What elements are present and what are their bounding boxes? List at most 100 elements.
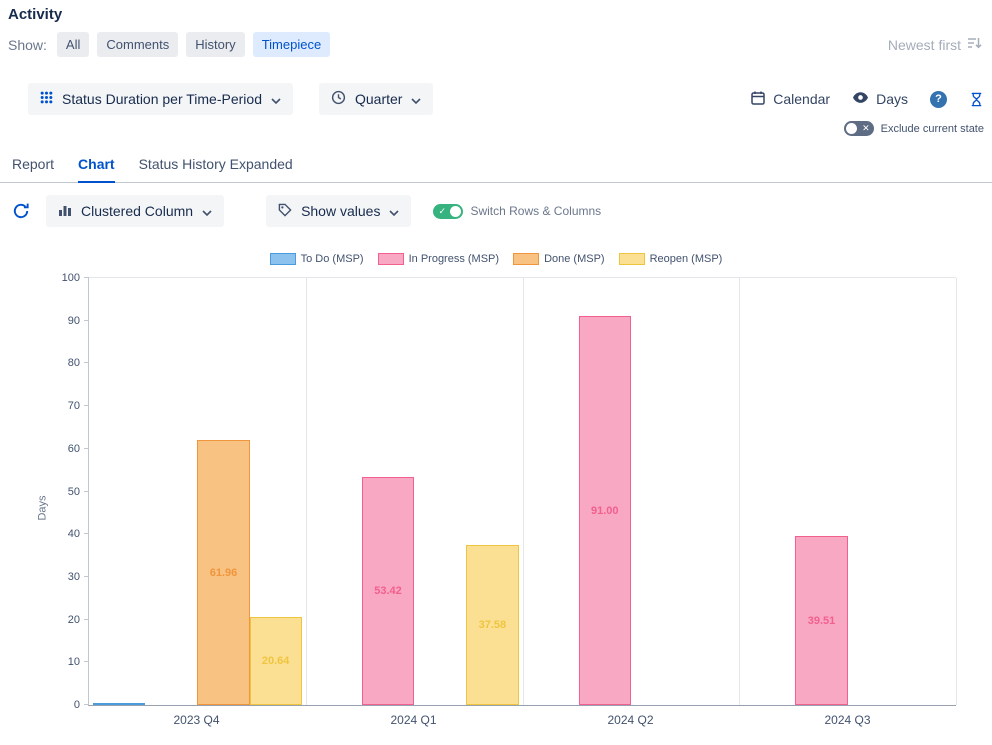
help-icon[interactable]: ?	[930, 91, 947, 108]
bar-value-label: 20.64	[262, 655, 290, 667]
y-axis-title: Days	[37, 495, 49, 520]
bar[interactable]: 53.42	[362, 477, 414, 705]
chart-legend: To Do (MSP) In Progress (MSP) Done (MSP) Re…	[0, 251, 992, 267]
bar-group: 91.00	[523, 278, 740, 705]
y-tick-label: 90	[68, 315, 80, 327]
show-label: Show:	[8, 37, 47, 53]
days-unit-button[interactable]: Days	[852, 89, 908, 109]
sort-descending-icon	[966, 35, 982, 54]
bar-slot	[310, 278, 362, 705]
legend-item[interactable]: Done (MSP)	[513, 253, 605, 265]
bar-slot	[683, 278, 735, 705]
exclude-current-state-row: ✕ Exclude current state	[0, 121, 992, 136]
legend-swatch	[270, 253, 296, 265]
y-tick-label: 30	[68, 571, 80, 583]
calendar-button[interactable]: Calendar	[750, 90, 830, 109]
show-values-dropdown[interactable]: Show values	[266, 195, 411, 227]
bar-slot: 91.00	[579, 278, 631, 705]
bar-slot: 61.96	[197, 278, 249, 705]
bar-groups: 61.96 20.64 53.42 37.58 91.00 39.51	[89, 278, 956, 705]
bar-slot	[631, 278, 683, 705]
bar-slot	[145, 278, 197, 705]
legend-label: To Do (MSP)	[301, 253, 364, 265]
gridline	[956, 278, 957, 705]
bar-slot	[414, 278, 466, 705]
show-values-label: Show values	[301, 203, 380, 219]
report-type-dropdown[interactable]: Status Duration per Time-Period	[28, 83, 293, 115]
legend-item[interactable]: Reopen (MSP)	[619, 253, 723, 265]
hourglass-icon[interactable]	[969, 91, 984, 108]
x-axis-labels: 2023 Q42024 Q12024 Q22024 Q3	[88, 713, 956, 727]
bar-slot: 53.42	[362, 278, 414, 705]
switch-rows-columns-label: Switch Rows & Columns	[470, 204, 601, 218]
chart-section: To Do (MSP) In Progress (MSP) Done (MSP) Re…	[0, 251, 992, 727]
x-category-label: 2024 Q1	[305, 713, 522, 727]
toggle-knob	[846, 123, 857, 134]
bar[interactable]	[93, 703, 145, 705]
y-tick-label: 40	[68, 528, 80, 540]
bar-slot	[848, 278, 900, 705]
tab-report[interactable]: Report	[12, 156, 54, 182]
legend-label: Done (MSP)	[544, 253, 605, 265]
bar-slot	[527, 278, 579, 705]
legend-label: Reopen (MSP)	[650, 253, 723, 265]
y-tick-label: 20	[68, 614, 80, 626]
bar[interactable]: 20.64	[250, 617, 302, 705]
exclude-current-state-toggle[interactable]: ✕	[844, 121, 874, 136]
chevron-down-icon	[202, 203, 212, 219]
legend-label: In Progress (MSP)	[409, 253, 499, 265]
bar-slot: 39.51	[795, 278, 847, 705]
chart-type-dropdown[interactable]: Clustered Column	[46, 195, 224, 227]
bar[interactable]: 61.96	[197, 440, 249, 705]
report-toolbar: Status Duration per Time-Period Quarter …	[0, 83, 992, 115]
chart-controls: Clustered Column Show values ✓ Switch Ro…	[0, 195, 992, 227]
sort-order-label: Newest first	[888, 37, 961, 53]
y-tick-label: 100	[62, 272, 80, 284]
y-tick-label: 70	[68, 400, 80, 412]
bar-value-label: 53.42	[374, 585, 402, 597]
y-tick-label: 80	[68, 357, 80, 369]
chevron-down-icon	[411, 91, 421, 107]
cross-icon: ✕	[862, 121, 870, 136]
legend-item[interactable]: In Progress (MSP)	[378, 253, 499, 265]
calendar-icon	[750, 90, 766, 109]
bar[interactable]: 91.00	[579, 316, 631, 705]
x-category-label: 2023 Q4	[88, 713, 305, 727]
legend-item[interactable]: To Do (MSP)	[270, 253, 364, 265]
filter-all-button[interactable]: All	[57, 32, 89, 57]
clock-icon	[331, 90, 346, 108]
refresh-icon[interactable]	[12, 202, 30, 220]
switch-rows-columns-toggle[interactable]: ✓	[433, 204, 463, 219]
column-chart-icon	[58, 203, 72, 220]
exclude-current-state-label: Exclude current state	[881, 123, 984, 135]
y-tick-label: 50	[68, 486, 80, 498]
bar-slot	[900, 278, 952, 705]
chart-type-label: Clustered Column	[81, 203, 193, 219]
bar-slot	[93, 278, 145, 705]
y-tick-label: 0	[74, 699, 80, 711]
bar-value-label: 61.96	[210, 567, 238, 579]
check-icon: ✓	[438, 204, 446, 219]
report-type-label: Status Duration per Time-Period	[62, 91, 262, 107]
bar-slot	[743, 278, 795, 705]
legend-swatch	[619, 253, 645, 265]
x-category-label: 2024 Q2	[522, 713, 739, 727]
legend-swatch	[378, 253, 404, 265]
filter-comments-button[interactable]: Comments	[97, 32, 178, 57]
bar[interactable]: 37.58	[466, 545, 518, 705]
period-label: Quarter	[355, 91, 402, 107]
switch-rows-columns-group: ✓ Switch Rows & Columns	[433, 204, 601, 219]
filter-history-button[interactable]: History	[186, 32, 244, 57]
bar-slot: 37.58	[466, 278, 518, 705]
chevron-down-icon	[389, 203, 399, 219]
bar[interactable]: 39.51	[795, 536, 847, 705]
view-tabs: Report Chart Status History Expanded	[0, 156, 992, 183]
tab-chart[interactable]: Chart	[78, 156, 115, 183]
sort-order-control[interactable]: Newest first	[888, 35, 984, 54]
plot-area: 010203040506070809010061.9620.6453.4237.…	[88, 277, 956, 706]
period-dropdown[interactable]: Quarter	[319, 83, 433, 115]
filter-timepiece-button[interactable]: Timepiece	[253, 32, 330, 57]
tab-status-history-expanded[interactable]: Status History Expanded	[139, 156, 293, 182]
days-label: Days	[876, 91, 908, 107]
bar-group: 39.51	[739, 278, 956, 705]
